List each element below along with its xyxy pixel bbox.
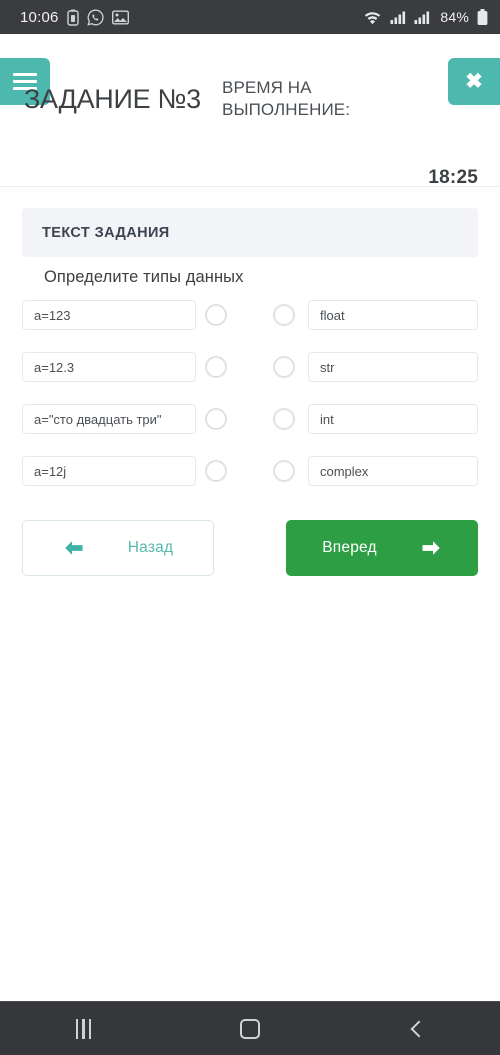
close-icon: ✖: [465, 70, 483, 93]
app-root: 10:06 84% ЗАДАНИЕ №3 ВРЕМЯ НА ВЫПОЛНЕНИЕ…: [0, 0, 500, 1055]
battery-percent-label: 84%: [440, 9, 469, 25]
match-left-radio[interactable]: [205, 304, 227, 326]
match-right-radio[interactable]: [273, 356, 295, 378]
match-left-option[interactable]: a="сто двадцать три": [22, 404, 196, 434]
matching-list: a=123 float a=12.3 str a="сто двадцать т…: [0, 300, 500, 508]
status-bar: 10:06 84%: [0, 0, 500, 34]
home-icon: [239, 1018, 260, 1039]
match-left-radio[interactable]: [205, 356, 227, 378]
gallery-icon: [111, 10, 129, 24]
whatsapp-icon: [86, 9, 104, 26]
navigation-buttons: Назад Вперед: [0, 520, 500, 576]
status-bar-left: 10:06: [20, 9, 129, 26]
match-right-radio[interactable]: [273, 460, 295, 482]
back-icon: [410, 1020, 428, 1037]
question-text: Определите типы данных: [44, 268, 244, 286]
arrow-left-icon: [64, 541, 83, 555]
page-title: ЗАДАНИЕ №3: [24, 84, 201, 114]
back-button-label: Назад: [127, 539, 174, 556]
signal-sim1-icon: [390, 11, 406, 24]
battery-saver-icon: [66, 9, 79, 26]
match-right-option[interactable]: complex: [308, 456, 478, 486]
match-left-radio[interactable]: [205, 408, 227, 430]
timer-label: ВРЕМЯ НА ВЫПОЛНЕНИЕ:: [222, 78, 351, 119]
match-left-option[interactable]: a=12j: [22, 456, 196, 486]
match-row: a="сто двадцать три" int: [0, 404, 500, 444]
arrow-right-icon: [422, 541, 440, 555]
task-text-panel-title: ТЕКСТ ЗАДАНИЯ: [42, 224, 170, 241]
match-row: a=12j complex: [0, 456, 500, 496]
system-navigation-bar: [0, 1001, 500, 1055]
app-header: ЗАДАНИЕ №3 ВРЕМЯ НА ВЫПОЛНЕНИЕ: 18:25 ✖: [0, 34, 500, 188]
status-clock: 10:06: [20, 8, 59, 26]
back-nav-button[interactable]: [382, 1020, 452, 1037]
match-left-option[interactable]: a=123: [22, 300, 196, 330]
back-button[interactable]: Назад: [22, 520, 214, 576]
match-left-radio[interactable]: [205, 460, 227, 482]
close-button[interactable]: ✖: [448, 58, 500, 105]
main-content: ТЕКСТ ЗАДАНИЯ Определите типы данных a=1…: [0, 188, 500, 1001]
match-row: a=12.3 str: [0, 352, 500, 392]
match-right-radio[interactable]: [273, 304, 295, 326]
match-row: a=123 float: [0, 300, 500, 340]
match-left-option[interactable]: a=12.3: [22, 352, 196, 382]
battery-icon: [477, 8, 488, 25]
task-text-panel: ТЕКСТ ЗАДАНИЯ: [22, 208, 478, 257]
status-bar-right: 84%: [363, 8, 488, 26]
match-right-radio[interactable]: [273, 408, 295, 430]
timer-value: 18:25: [428, 167, 478, 188]
match-right-option[interactable]: int: [308, 404, 478, 434]
signal-sim2-icon: [414, 11, 430, 24]
forward-button[interactable]: Вперед: [286, 520, 478, 576]
forward-button-label: Вперед: [322, 539, 377, 556]
wifi-icon: [365, 12, 381, 25]
home-button[interactable]: [215, 1018, 285, 1039]
match-right-option[interactable]: str: [308, 352, 478, 382]
recents-icon: [75, 1018, 92, 1039]
recents-button[interactable]: [48, 1018, 118, 1039]
match-right-option[interactable]: float: [308, 300, 478, 330]
